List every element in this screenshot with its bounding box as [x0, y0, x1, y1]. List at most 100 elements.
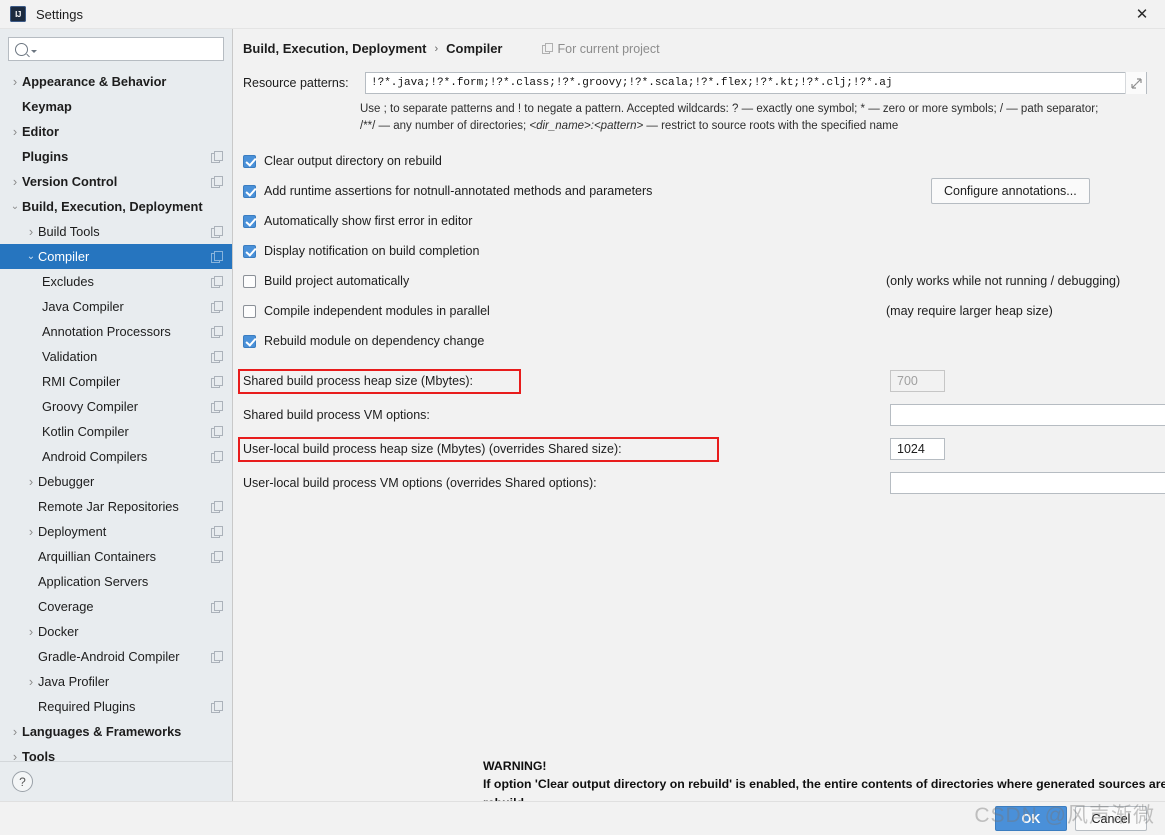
copy-settings-icon[interactable] [211, 601, 223, 613]
checkbox-row: Build project automatically (only works w… [243, 266, 1165, 296]
sidebar-item-build-tools[interactable]: › Build Tools [0, 219, 232, 244]
copy-settings-icon[interactable] [211, 326, 223, 338]
checkbox-label[interactable]: Build project automatically [264, 274, 409, 288]
resource-patterns-input[interactable] [366, 73, 1125, 93]
sidebar-item-debugger[interactable]: › Debugger [0, 469, 232, 494]
sidebar-item-gradle-android-compiler[interactable]: Gradle-Android Compiler [0, 644, 232, 669]
sidebar-item-coverage[interactable]: Coverage [0, 594, 232, 619]
checkbox-build-project-automatically[interactable] [243, 274, 256, 288]
user-local-build-process-heap-size-mbytes-overri-input[interactable] [891, 442, 944, 457]
dialog-footer: OK Cancel [0, 801, 1165, 835]
sidebar-item-kotlin-compiler[interactable]: Kotlin Compiler [0, 419, 232, 444]
help-button[interactable]: ? [12, 771, 33, 792]
copy-settings-icon[interactable] [211, 551, 223, 563]
copy-settings-icon[interactable] [211, 251, 223, 263]
copy-settings-icon[interactable] [211, 701, 223, 713]
sidebar-item-excludes[interactable]: Excludes [0, 269, 232, 294]
checkbox-label[interactable]: Compile independent modules in parallel [264, 304, 490, 318]
sidebar-item-appearance-behavior[interactable]: › Appearance & Behavior [0, 69, 232, 94]
checkbox-label[interactable]: Display notification on build completion [264, 244, 479, 258]
sidebar-item-annotation-processors[interactable]: Annotation Processors [0, 319, 232, 344]
chevron-right-icon[interactable]: › [8, 125, 22, 138]
copy-settings-icon[interactable] [211, 401, 223, 413]
shared-build-process-vm-options-input[interactable] [891, 408, 1165, 423]
checkbox-row: Display notification on build completion [243, 236, 1165, 266]
dialog-body: › Appearance & Behavior Keymap › Editor Plugi… [0, 28, 1165, 801]
sidebar-item-docker[interactable]: › Docker [0, 619, 232, 644]
hint-line-2: /**/ — any number of directories; <dir_n… [360, 118, 1165, 135]
chevron-right-icon[interactable]: › [24, 675, 38, 688]
window-title: Settings [36, 6, 83, 22]
user-local-build-process-vm-options-overrides-sh-input[interactable] [891, 476, 1165, 491]
copy-settings-icon[interactable] [211, 526, 223, 538]
sidebar-item-keymap[interactable]: Keymap [0, 94, 232, 119]
sidebar-item-remote-jar-repositories[interactable]: Remote Jar Repositories [0, 494, 232, 519]
sidebar-item-required-plugins[interactable]: Required Plugins [0, 694, 232, 719]
chevron-down-icon[interactable]: ⌄ [24, 251, 38, 262]
user-local-build-process-vm-options-overrides-sh-field[interactable] [890, 472, 1165, 495]
sidebar-item-plugins[interactable]: Plugins [0, 144, 232, 169]
sidebar-item-java-compiler[interactable]: Java Compiler [0, 294, 232, 319]
copy-settings-icon[interactable] [211, 426, 223, 438]
sidebar-item-languages-frameworks[interactable]: › Languages & Frameworks [0, 719, 232, 744]
resource-patterns-field[interactable] [365, 72, 1147, 94]
sidebar-item-application-servers[interactable]: Application Servers [0, 569, 232, 594]
sidebar-item-label: Coverage [38, 599, 94, 614]
chevron-right-icon[interactable]: › [8, 75, 22, 88]
sidebar-item-android-compilers[interactable]: Android Compilers [0, 444, 232, 469]
expand-icon[interactable] [1125, 72, 1146, 94]
copy-settings-icon[interactable] [211, 176, 223, 188]
checkbox-automatically-show-first-error-in-editor[interactable] [243, 214, 256, 228]
cancel-button[interactable]: Cancel [1075, 806, 1147, 831]
chevron-right-icon[interactable]: › [24, 625, 38, 638]
configure-annotations-button[interactable]: Configure annotations... [931, 178, 1090, 205]
checkbox-label[interactable]: Add runtime assertions for notnull-annot… [264, 184, 652, 198]
copy-settings-icon[interactable] [211, 276, 223, 288]
checkbox-label[interactable]: Automatically show first error in editor [264, 214, 472, 228]
user-local-build-process-heap-size-mbytes-overri-field[interactable] [890, 438, 945, 461]
sidebar-item-label: Plugins [22, 149, 69, 164]
sidebar-item-label: Groovy Compiler [42, 399, 139, 414]
sidebar-item-deployment[interactable]: › Deployment [0, 519, 232, 544]
copy-settings-icon[interactable] [211, 151, 223, 163]
search-box[interactable] [8, 37, 224, 61]
copy-settings-icon[interactable] [211, 351, 223, 363]
ok-button[interactable]: OK [995, 806, 1067, 831]
copy-settings-icon[interactable] [211, 301, 223, 313]
copy-settings-icon[interactable] [211, 451, 223, 463]
sidebar-item-rmi-compiler[interactable]: RMI Compiler [0, 369, 232, 394]
shared-build-process-vm-options-field[interactable] [890, 404, 1165, 427]
sidebar-item-validation[interactable]: Validation [0, 344, 232, 369]
breadcrumb-parent[interactable]: Build, Execution, Deployment [243, 41, 426, 56]
checkbox-rebuild-module-on-dependency-change[interactable] [243, 334, 256, 348]
sidebar-item-version-control[interactable]: › Version Control [0, 169, 232, 194]
checkbox-display-notification-on-build-completion[interactable] [243, 244, 256, 258]
project-scope-text: For current project [557, 41, 660, 56]
chevron-right-icon[interactable]: › [24, 525, 38, 538]
chevron-right-icon[interactable]: › [24, 225, 38, 238]
chevron-down-icon[interactable]: ⌄ [8, 201, 22, 212]
sidebar-item-build-execution-deployment[interactable]: ⌄ Build, Execution, Deployment [0, 194, 232, 219]
checkbox-label[interactable]: Rebuild module on dependency change [264, 334, 484, 348]
search-wrapper [0, 29, 232, 67]
sidebar-item-editor[interactable]: › Editor [0, 119, 232, 144]
heap-settings-group: Shared build process heap size (Mbytes):… [233, 364, 1165, 500]
copy-settings-icon[interactable] [211, 376, 223, 388]
sidebar-item-java-profiler[interactable]: › Java Profiler [0, 669, 232, 694]
copy-settings-icon[interactable] [211, 501, 223, 513]
copy-settings-icon[interactable] [211, 226, 223, 238]
sidebar-item-groovy-compiler[interactable]: Groovy Compiler [0, 394, 232, 419]
checkbox-compile-independent-modules-in-parallel[interactable] [243, 304, 256, 318]
resource-patterns-row: Resource patterns: [243, 72, 1165, 94]
checkbox-label[interactable]: Clear output directory on rebuild [264, 154, 442, 168]
sidebar-item-compiler[interactable]: ⌄ Compiler [0, 244, 232, 269]
checkbox-clear-output-directory-on-rebuild[interactable] [243, 154, 256, 168]
copy-settings-icon[interactable] [211, 651, 223, 663]
sidebar-item-arquillian-containers[interactable]: Arquillian Containers [0, 544, 232, 569]
chevron-right-icon[interactable]: › [8, 725, 22, 738]
close-icon[interactable]: ✕ [1119, 0, 1165, 28]
chevron-right-icon[interactable]: › [24, 475, 38, 488]
search-input[interactable] [37, 41, 217, 57]
checkbox-add-runtime-assertions-for-notnull-annotated-methods-and-parameters[interactable] [243, 184, 256, 198]
chevron-right-icon[interactable]: › [8, 175, 22, 188]
